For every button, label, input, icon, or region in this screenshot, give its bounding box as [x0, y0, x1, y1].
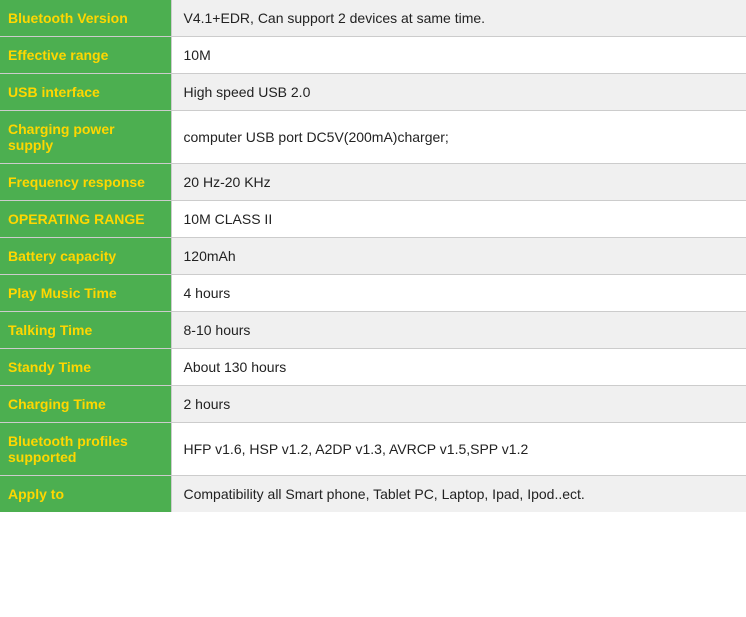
table-row: Play Music Time4 hours — [0, 275, 746, 312]
spec-value: Compatibility all Smart phone, Tablet PC… — [171, 476, 746, 513]
table-row: Bluetooth VersionV4.1+EDR, Can support 2… — [0, 0, 746, 37]
spec-value: 20 Hz-20 KHz — [171, 164, 746, 201]
spec-value: 2 hours — [171, 386, 746, 423]
table-row: Apply toCompatibility all Smart phone, T… — [0, 476, 746, 513]
table-row: OPERATING RANGE10M CLASS II — [0, 201, 746, 238]
spec-value: 10M — [171, 37, 746, 74]
spec-label: Standy Time — [0, 349, 171, 386]
spec-value: High speed USB 2.0 — [171, 74, 746, 111]
spec-label: Frequency response — [0, 164, 171, 201]
spec-value: About 130 hours — [171, 349, 746, 386]
table-row: USB interfaceHigh speed USB 2.0 — [0, 74, 746, 111]
spec-label: Apply to — [0, 476, 171, 513]
spec-value: 10M CLASS II — [171, 201, 746, 238]
spec-label: Bluetooth Version — [0, 0, 171, 37]
table-row: Standy TimeAbout 130 hours — [0, 349, 746, 386]
spec-label: Play Music Time — [0, 275, 171, 312]
spec-table: Bluetooth VersionV4.1+EDR, Can support 2… — [0, 0, 746, 512]
table-row: Effective range10M — [0, 37, 746, 74]
table-row: Frequency response20 Hz-20 KHz — [0, 164, 746, 201]
table-row: Charging power supplycomputer USB port D… — [0, 111, 746, 164]
spec-value: 120mAh — [171, 238, 746, 275]
spec-label: Bluetooth profiles supported — [0, 423, 171, 476]
spec-value: V4.1+EDR, Can support 2 devices at same … — [171, 0, 746, 37]
spec-value: 8-10 hours — [171, 312, 746, 349]
spec-value: 4 hours — [171, 275, 746, 312]
table-row: Charging Time2 hours — [0, 386, 746, 423]
table-row: Bluetooth profiles supportedHFP v1.6, HS… — [0, 423, 746, 476]
spec-value: computer USB port DC5V(200mA)charger; — [171, 111, 746, 164]
spec-label: Effective range — [0, 37, 171, 74]
spec-label: Battery capacity — [0, 238, 171, 275]
spec-label: Charging power supply — [0, 111, 171, 164]
spec-value: HFP v1.6, HSP v1.2, A2DP v1.3, AVRCP v1.… — [171, 423, 746, 476]
spec-label: Charging Time — [0, 386, 171, 423]
spec-label: USB interface — [0, 74, 171, 111]
spec-label: Talking Time — [0, 312, 171, 349]
spec-label: OPERATING RANGE — [0, 201, 171, 238]
table-row: Battery capacity120mAh — [0, 238, 746, 275]
table-row: Talking Time8-10 hours — [0, 312, 746, 349]
